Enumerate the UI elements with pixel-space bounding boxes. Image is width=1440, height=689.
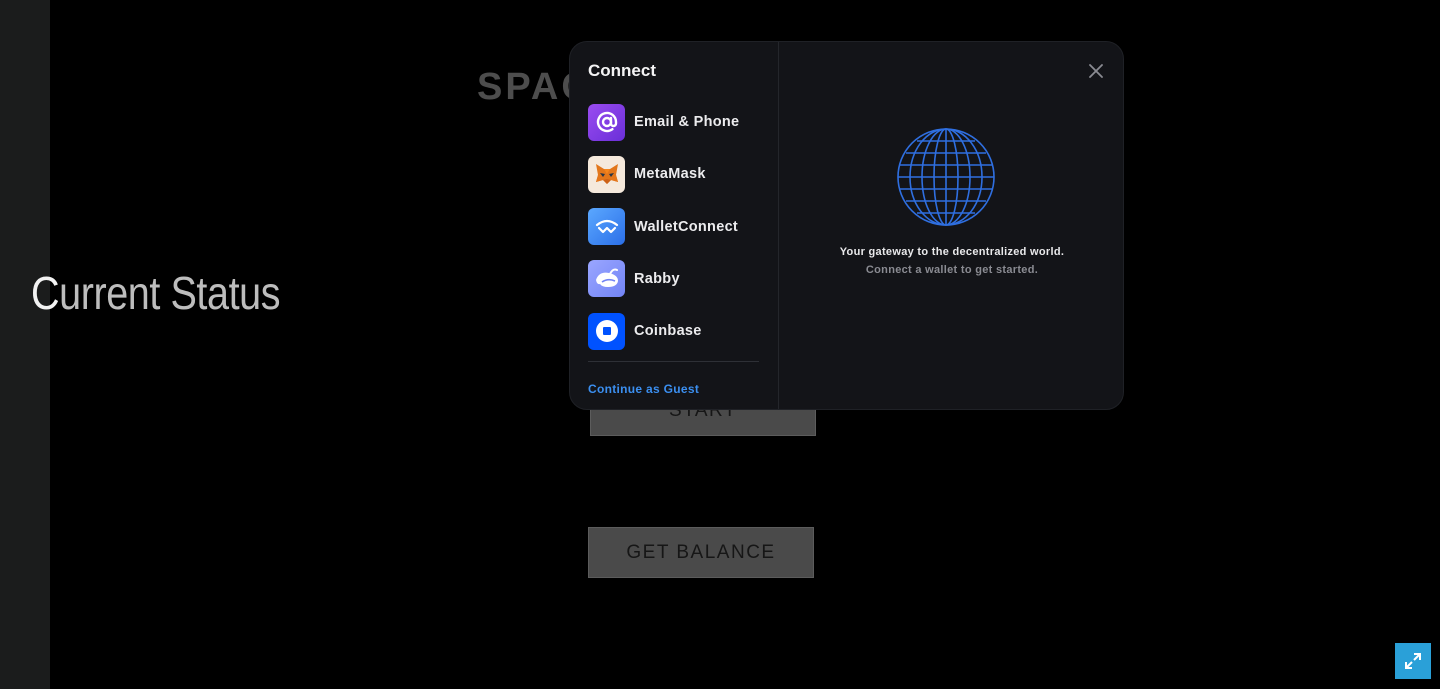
wallet-label-email-phone: Email & Phone [634, 114, 740, 130]
close-icon [1089, 64, 1103, 78]
wallet-label-walletconnect: WalletConnect [634, 218, 739, 235]
status-heading-initial: C [31, 267, 60, 319]
wallet-label-rabby: Rabby [634, 270, 680, 287]
globe-icon [897, 128, 995, 226]
left-sidebar-strip [0, 0, 50, 689]
current-status-heading: Current Status [31, 266, 280, 320]
close-modal-button[interactable] [1085, 60, 1107, 82]
walletconnect-icon [588, 208, 625, 246]
wallet-option-coinbase[interactable]: Coinbase [588, 312, 760, 350]
expand-icon [1405, 653, 1421, 669]
rabby-icon [588, 260, 625, 298]
metamask-fox-icon [588, 155, 625, 193]
wallet-option-rabby[interactable]: Rabby [588, 260, 760, 298]
wallet-option-email-phone[interactable]: Email & Phone [588, 103, 760, 141]
wallet-label-coinbase: Coinbase [634, 323, 702, 340]
at-sign-icon [588, 103, 625, 141]
gateway-title: Your gateway to the decentralized world. [839, 246, 1065, 258]
wallet-option-metamask[interactable]: MetaMask [588, 155, 760, 193]
wallet-list: Email & Phone MetaMask WalletConnect Rab… [588, 103, 760, 364]
modal-title: Connect [588, 61, 656, 80]
status-heading-rest: urrent Status [59, 267, 281, 319]
wallet-selection-panel: Connect Email & Phone MetaMask WalletCon… [570, 42, 779, 409]
game-page: SPAC Current Status START GET BALANCE Co… [0, 0, 1440, 689]
connect-wallet-modal: Connect Email & Phone MetaMask WalletCon… [569, 41, 1124, 410]
wallet-label-metamask: MetaMask [634, 166, 706, 183]
get-balance-button[interactable]: GET BALANCE [588, 527, 814, 578]
wallet-list-divider [588, 361, 759, 362]
coinbase-icon [588, 312, 625, 350]
wallet-option-walletconnect[interactable]: WalletConnect [588, 208, 760, 246]
continue-as-guest-link[interactable]: Continue as Guest [588, 382, 699, 396]
fullscreen-button[interactable] [1395, 643, 1431, 679]
gateway-subtitle: Connect a wallet to get started. [865, 264, 1039, 276]
